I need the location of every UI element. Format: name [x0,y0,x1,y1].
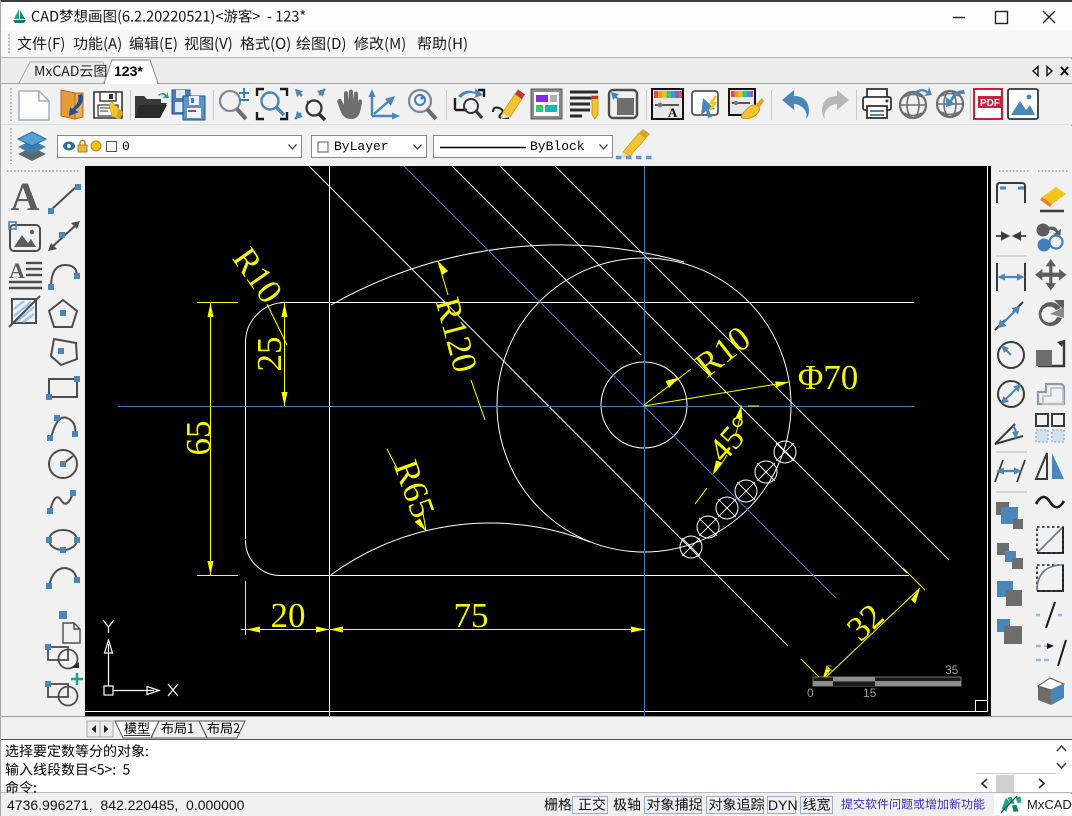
svg-text:R120: R120 [428,293,485,376]
svg-text:PDF: PDF [980,98,1000,109]
svg-text:5: 5 [826,663,833,677]
svg-text:A: A [668,105,678,120]
svg-text:75: 75 [454,596,489,635]
svg-text:65: 65 [179,421,218,456]
svg-text:A: A [9,258,25,283]
svg-text:15: 15 [863,686,877,700]
svg-text:20: 20 [271,596,306,635]
svg-text:0: 0 [807,686,814,700]
svg-text:R10: R10 [688,318,758,385]
svg-text:A: A [11,174,40,219]
svg-text:R65: R65 [386,455,443,523]
svg-text:32: 32 [839,596,891,648]
svg-text:Φ70: Φ70 [798,358,859,397]
svg-text:25: 25 [250,337,289,372]
svg-text:35: 35 [945,663,959,677]
svg-text:R10: R10 [225,240,290,310]
